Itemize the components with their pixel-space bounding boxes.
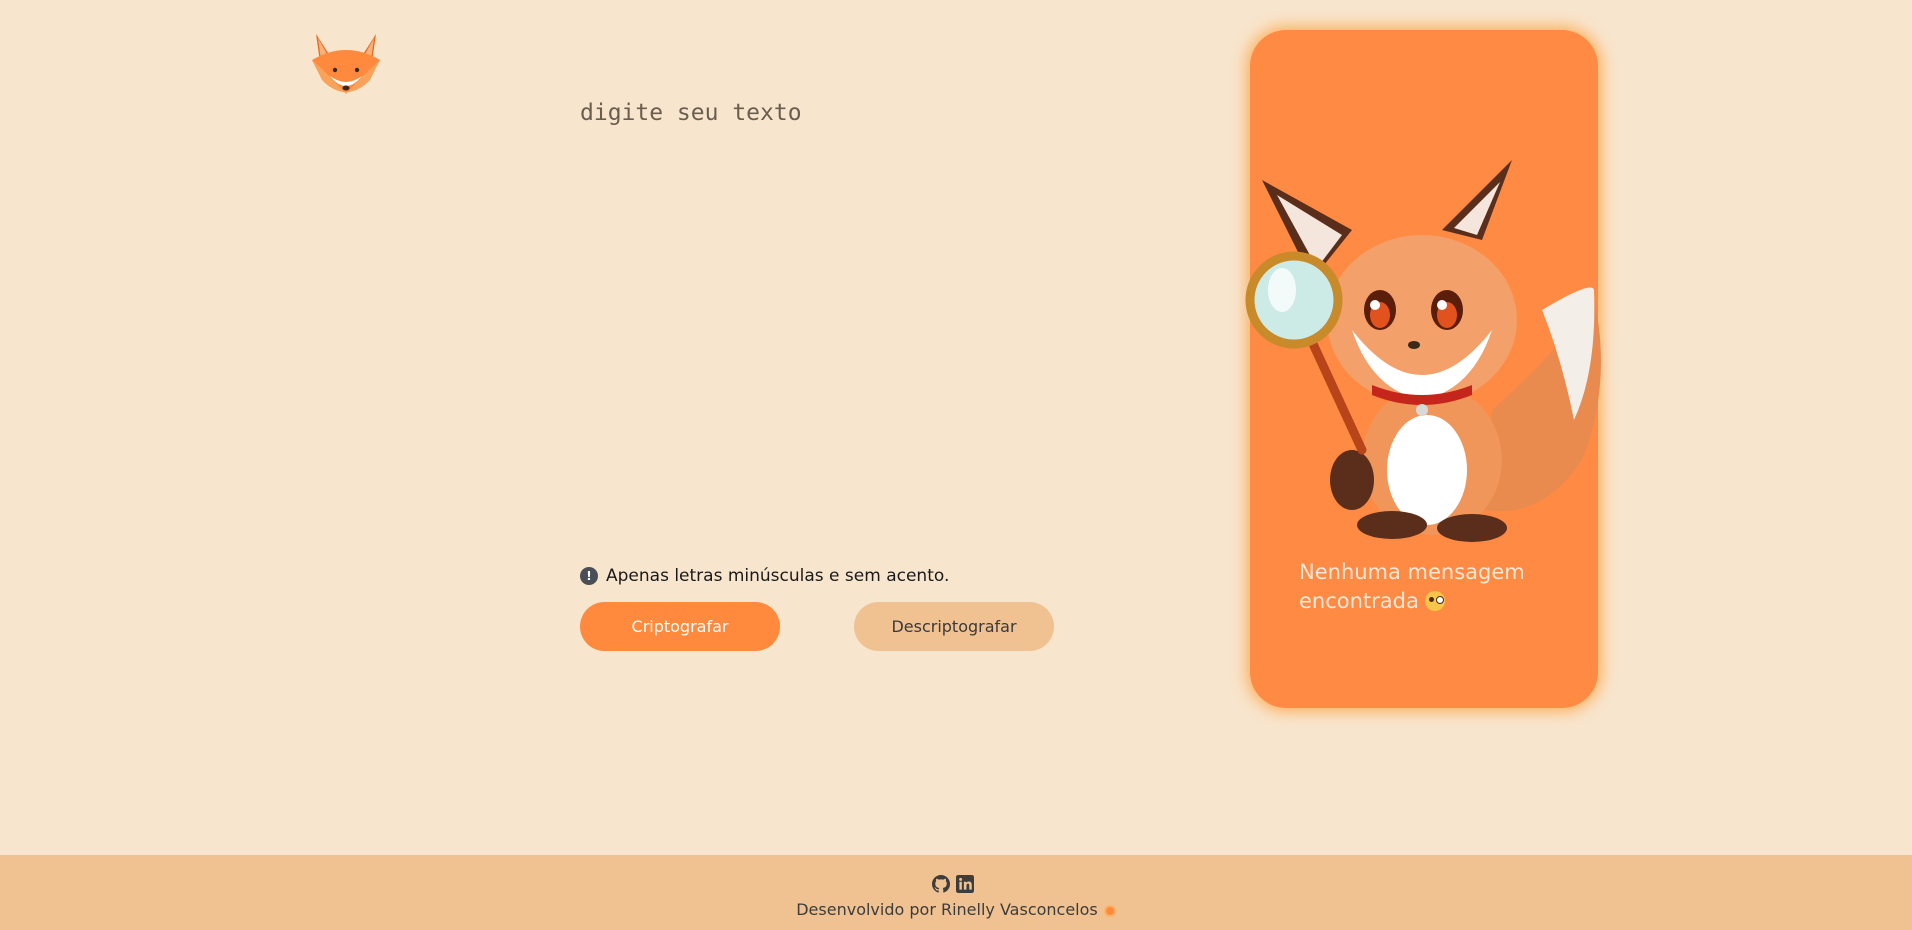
decrypt-button[interactable]: Descriptografar [854,602,1054,651]
footer: Desenvolvido por Rinelly Vasconcelos [0,855,1912,930]
result-panel: Nenhuma mensagem encontrada [1245,30,1601,708]
social-links [932,875,974,893]
fox-logo-icon [308,30,384,100]
empty-result-text: Nenhuma mensagem encontrada [1299,560,1525,613]
encrypt-button[interactable]: Criptografar [580,602,780,651]
footer-credit: Desenvolvido por Rinelly Vasconcelos [0,900,1912,919]
exclamation-circle-icon: ! [580,567,598,585]
empty-result-message: Nenhuma mensagem encontrada [1299,558,1579,616]
message-input[interactable] [580,100,1140,520]
hint-text: Apenas letras minúsculas e sem acento. [606,566,950,586]
input-hint: ! Apenas letras minúsculas e sem acento. [580,566,949,586]
fox-with-magnifying-glass-illustration [1242,160,1612,570]
face-with-monocle-emoji-icon [1424,591,1445,611]
linkedin-icon[interactable] [956,875,974,893]
sun-icon [1103,905,1116,917]
credit-text: Desenvolvido por Rinelly Vasconcelos [796,900,1098,919]
github-icon[interactable] [932,875,950,893]
